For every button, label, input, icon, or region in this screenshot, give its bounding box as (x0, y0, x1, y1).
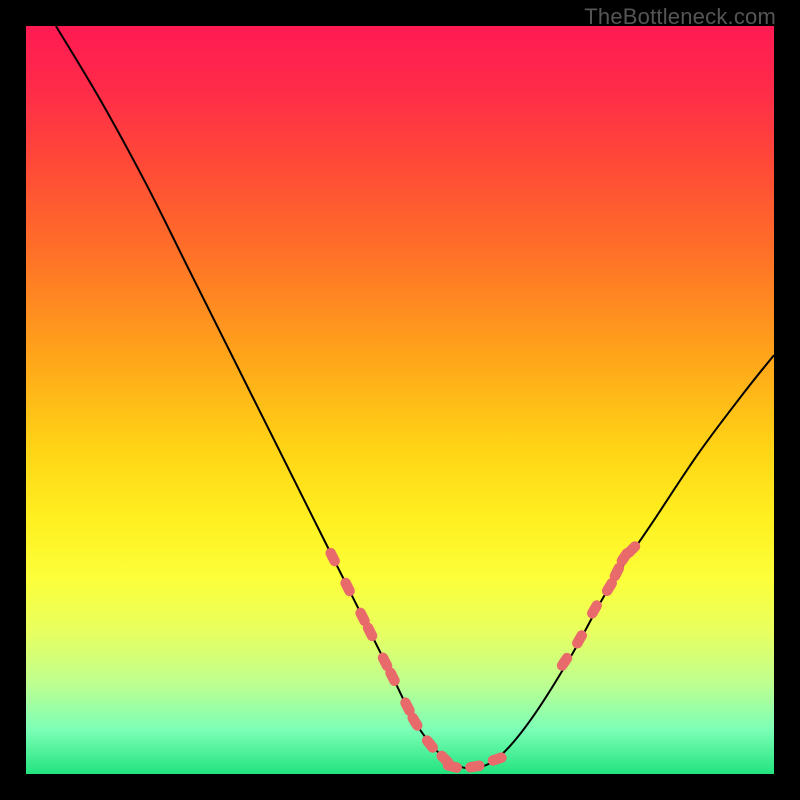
watermark-text: TheBottleneck.com (584, 4, 776, 30)
highlight-dash (570, 628, 589, 650)
highlight-dash (324, 546, 342, 568)
highlight-dash (442, 759, 463, 774)
outer-frame: TheBottleneck.com (0, 0, 800, 800)
curve-layer (56, 26, 774, 769)
plot-area (26, 26, 774, 774)
bottleneck-curve-path (56, 26, 774, 769)
dots-layer (324, 539, 643, 774)
highlight-dash (464, 760, 485, 774)
highlight-dash (339, 576, 357, 598)
chart-svg (26, 26, 774, 774)
highlight-dash (486, 751, 508, 767)
